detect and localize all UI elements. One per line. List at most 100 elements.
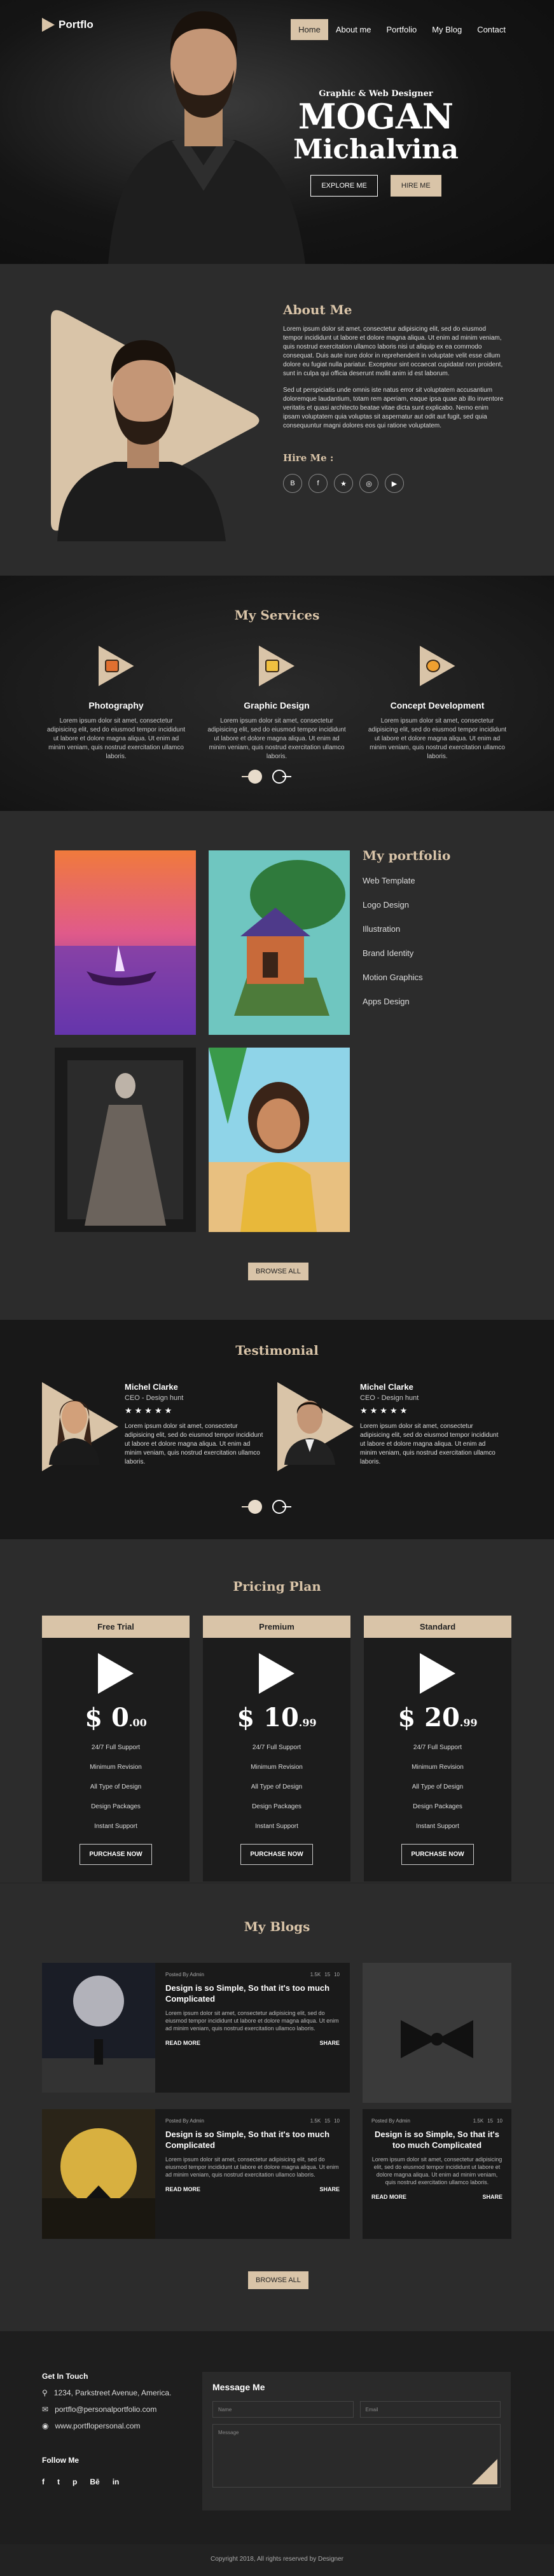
nav-portfolio[interactable]: Portfolio bbox=[379, 19, 425, 40]
name-field[interactable]: Name bbox=[212, 2401, 354, 2418]
services-section: My Services Photography Lorem ipsum dolo… bbox=[0, 576, 554, 811]
lightbulb-icon bbox=[426, 660, 440, 672]
behance-icon[interactable]: B bbox=[283, 474, 302, 493]
post-author: Posted By Admin bbox=[165, 2118, 204, 2124]
blog-image-moon-figure[interactable] bbox=[42, 1963, 155, 2093]
rating-stars-icon: ★★★★★ bbox=[360, 1406, 410, 1415]
facebook-icon[interactable]: f bbox=[308, 474, 328, 493]
youtube-icon[interactable]: ▶ bbox=[385, 474, 404, 493]
linkedin-icon[interactable]: in bbox=[113, 2477, 120, 2486]
nav-about[interactable]: About me bbox=[328, 19, 379, 40]
facebook-icon[interactable]: f bbox=[42, 2477, 45, 2486]
rocket-icon bbox=[420, 1653, 455, 1694]
slider-next-icon[interactable] bbox=[272, 770, 291, 784]
pinterest-icon[interactable]: p bbox=[73, 2477, 77, 2486]
behance-icon[interactable]: Bē bbox=[90, 2477, 99, 2486]
main-nav: Home About me Portfolio My Blog Contact bbox=[291, 19, 513, 40]
hire-button[interactable]: HIRE ME bbox=[390, 175, 441, 197]
twitter-icon[interactable]: t bbox=[57, 2477, 60, 2486]
post-title[interactable]: Design is so Simple, So that it's too mu… bbox=[371, 2129, 502, 2150]
service-name: Graphic Design bbox=[244, 700, 310, 710]
globe-icon: ◉ bbox=[42, 2421, 49, 2430]
slider-prev-icon[interactable] bbox=[242, 770, 262, 784]
dribbble-icon[interactable]: ★ bbox=[334, 474, 353, 493]
portfolio-category-web-template[interactable]: Web Template bbox=[363, 876, 450, 885]
purchase-button[interactable]: PURCHASE NOW bbox=[401, 1844, 474, 1865]
rocket-icon bbox=[98, 1653, 134, 1694]
blog-card: Posted By Admin 1.5K 15 10 Design is so Sim… bbox=[42, 1963, 350, 2093]
email-field[interactable]: Email bbox=[359, 2401, 501, 2418]
pricing-title: Pricing Plan bbox=[233, 1579, 321, 1594]
read-more-link[interactable]: READ MORE bbox=[165, 2040, 200, 2046]
hero-last-name: Michalvina bbox=[293, 134, 459, 165]
likes-count: 1.5K bbox=[310, 1972, 321, 1977]
post-title[interactable]: Design is so Simple, So that it's too mu… bbox=[165, 2129, 340, 2150]
share-link[interactable]: SHARE bbox=[319, 2186, 340, 2192]
portfolio-category-brand-identity[interactable]: Brand Identity bbox=[363, 948, 450, 958]
portfolio-image-beach-girl[interactable] bbox=[209, 1048, 350, 1232]
logo-mark-icon bbox=[42, 18, 55, 32]
nav-contact[interactable]: Contact bbox=[469, 19, 513, 40]
portfolio-image-sunset-boat[interactable] bbox=[55, 850, 196, 1035]
post-title[interactable]: Design is so Simple, So that it's too mu… bbox=[165, 1983, 340, 2004]
purchase-button[interactable]: PURCHASE NOW bbox=[240, 1844, 313, 1865]
plan-name: Premium bbox=[203, 1616, 350, 1638]
message-field[interactable]: Message bbox=[212, 2424, 501, 2488]
read-more-link[interactable]: READ MORE bbox=[165, 2186, 200, 2192]
service-name: Concept Development bbox=[390, 700, 485, 710]
plan-feature: Instant Support bbox=[94, 1823, 137, 1830]
contact-address: ⚲ 1234, Parkstreet Avenue, America. bbox=[42, 2388, 172, 2397]
rating-stars-icon: ★★★★★ bbox=[125, 1406, 175, 1415]
plan-feature: 24/7 Full Support bbox=[413, 1744, 462, 1751]
portfolio-image-dark-dress[interactable] bbox=[55, 1048, 196, 1232]
post-excerpt: Lorem ipsum dolor sit amet, consectetur … bbox=[371, 2156, 502, 2185]
portfolio-category-logo-design[interactable]: Logo Design bbox=[363, 900, 450, 910]
blogs-browse-button[interactable]: BROWSE ALL bbox=[248, 2271, 308, 2289]
portfolio-category-apps-design[interactable]: Apps Design bbox=[363, 997, 450, 1006]
about-section: About Me Lorem ipsum dolor sit amet, con… bbox=[0, 264, 554, 576]
plan-feature: Design Packages bbox=[413, 1803, 462, 1810]
blog-card: Posted By Admin 1.5K 15 10 Design is so Sim… bbox=[363, 2109, 511, 2239]
share-link[interactable]: SHARE bbox=[482, 2194, 502, 2200]
portfolio-category-motion-graphics[interactable]: Motion Graphics bbox=[363, 973, 450, 982]
brand-logo[interactable]: Portflo bbox=[42, 18, 93, 32]
camera-icon bbox=[104, 660, 119, 672]
footer-social-links: f t p Bē in bbox=[42, 2477, 171, 2486]
hero-portrait bbox=[108, 11, 305, 264]
portfolio-category-illustration[interactable]: Illustration bbox=[363, 924, 450, 934]
comments-count: 10 bbox=[497, 2118, 502, 2124]
purchase-button[interactable]: PURCHASE NOW bbox=[80, 1844, 152, 1865]
plan-name: Standard bbox=[364, 1616, 511, 1638]
testimonial-role: CEO - Design hunt bbox=[360, 1394, 419, 1402]
hire-social-links: B f ★ ◎ ▶ bbox=[283, 474, 506, 493]
testimonial-slider-controls bbox=[242, 1500, 291, 1514]
blog-image-moon-house[interactable] bbox=[42, 2109, 155, 2239]
explore-button[interactable]: EXPLORE ME bbox=[310, 175, 378, 197]
plan-feature: Instant Support bbox=[416, 1823, 459, 1830]
blog-image-bowtie[interactable] bbox=[363, 1963, 511, 2103]
read-more-link[interactable]: READ MORE bbox=[371, 2194, 406, 2200]
nav-blog[interactable]: My Blog bbox=[424, 19, 469, 40]
likes-count: 1.5K bbox=[473, 2118, 484, 2124]
portfolio-browse-button[interactable]: BROWSE ALL bbox=[248, 1263, 308, 1280]
portfolio-image-tree-house[interactable] bbox=[209, 850, 350, 1035]
copyright-bar: Copyright 2018, All rights reserved by D… bbox=[0, 2544, 554, 2576]
plan-feature: All Type of Design bbox=[412, 1783, 464, 1790]
contact-email[interactable]: ✉ portflo@personalportfolio.com bbox=[42, 2405, 171, 2414]
comments-count: 10 bbox=[334, 1972, 340, 1977]
about-title: About Me bbox=[283, 302, 352, 317]
pen-tool-icon bbox=[265, 660, 279, 672]
plan-free-trial: Free Trial $ 0.00 24/7 Full Support Mini… bbox=[42, 1616, 190, 1881]
testimonial-card: Michel Clarke CEO - Design hunt ★★★★★ Lo… bbox=[42, 1382, 271, 1478]
plan-premium: Premium $ 10.99 24/7 Full Support Minimu… bbox=[203, 1616, 350, 1881]
slider-prev-icon[interactable] bbox=[242, 1500, 262, 1514]
contact-website[interactable]: ◉ www.portflopersonal.com bbox=[42, 2421, 171, 2430]
slider-next-icon[interactable] bbox=[272, 1500, 291, 1514]
send-icon[interactable] bbox=[472, 2459, 497, 2484]
post-excerpt: Lorem ipsum dolor sit amet, consectetur … bbox=[165, 2010, 339, 2032]
services-slider-controls bbox=[242, 770, 291, 784]
share-link[interactable]: SHARE bbox=[319, 2040, 340, 2046]
post-author: Posted By Admin bbox=[371, 2118, 410, 2124]
blogs-section: My Blogs Posted By Admin 1.5K 15 10 Design … bbox=[0, 1883, 554, 2331]
pinterest-icon[interactable]: ◎ bbox=[359, 474, 378, 493]
